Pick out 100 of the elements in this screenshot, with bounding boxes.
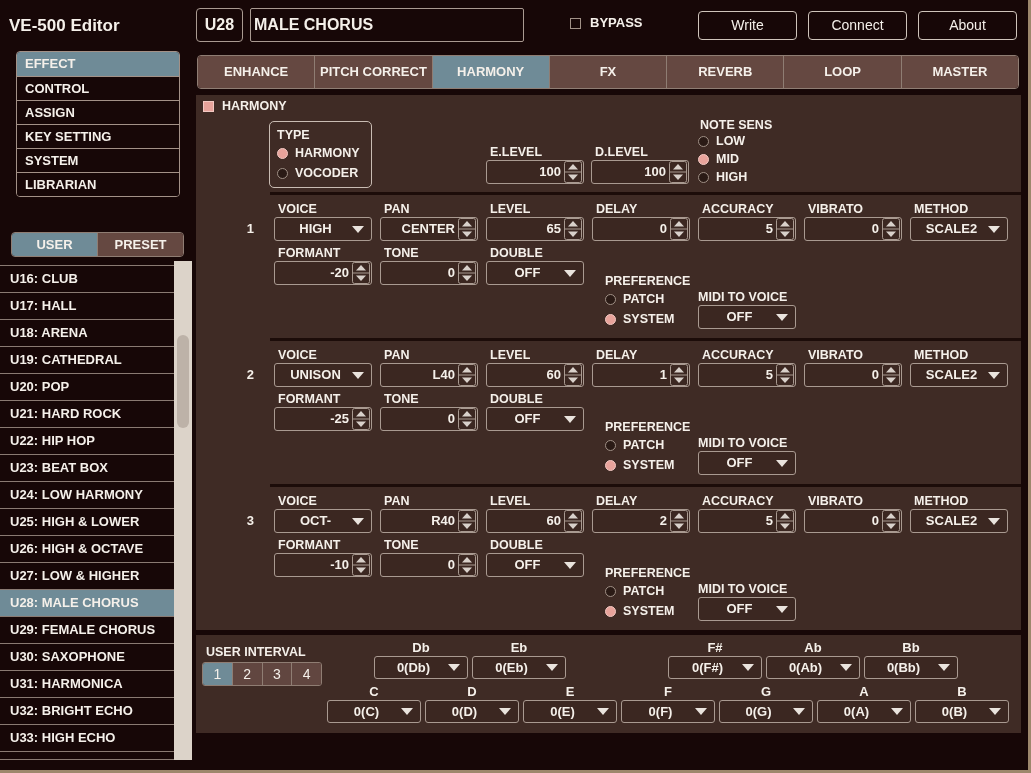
dropdown[interactable]: 0(F#): [668, 656, 762, 679]
number-field[interactable]: CENTER: [380, 217, 478, 241]
up-down-arrows-icon[interactable]: [776, 510, 794, 532]
radio-option[interactable]: PATCH: [605, 435, 665, 455]
action-button[interactable]: Connect: [808, 10, 907, 40]
radio-option[interactable]: PATCH: [605, 581, 665, 601]
radio-option[interactable]: LOW: [698, 132, 746, 150]
up-down-arrows-icon[interactable]: [670, 364, 688, 386]
tab[interactable]: ENHANCE: [198, 56, 315, 88]
up-down-arrows-icon[interactable]: [458, 554, 476, 576]
action-button[interactable]: About: [918, 10, 1017, 40]
dropdown[interactable]: OFF: [486, 261, 584, 285]
up-down-arrows-icon[interactable]: [564, 161, 582, 183]
dropdown[interactable]: 0(B): [915, 700, 1009, 723]
number-field[interactable]: L40: [380, 363, 478, 387]
radio-option[interactable]: PATCH: [605, 289, 665, 309]
number-field[interactable]: 100: [486, 160, 584, 184]
up-down-arrows-icon[interactable]: [776, 218, 794, 240]
interval-tab[interactable]: 4: [291, 663, 321, 685]
dropdown[interactable]: OFF: [698, 451, 796, 475]
number-field[interactable]: -20: [274, 261, 372, 285]
dropdown[interactable]: SCALE2: [910, 363, 1008, 387]
dropdown[interactable]: OCT-: [274, 509, 372, 533]
up-down-arrows-icon[interactable]: [669, 161, 687, 183]
number-field[interactable]: 0: [804, 363, 902, 387]
up-down-arrows-icon[interactable]: [352, 554, 370, 576]
dropdown[interactable]: 0(Ab): [766, 656, 860, 679]
up-down-arrows-icon[interactable]: [352, 408, 370, 430]
number-field[interactable]: 0: [592, 217, 690, 241]
tab[interactable]: LOOP: [783, 56, 901, 88]
number-field[interactable]: 1: [592, 363, 690, 387]
up-down-arrows-icon[interactable]: [882, 364, 900, 386]
up-down-arrows-icon[interactable]: [670, 510, 688, 532]
dropdown[interactable]: 0(C): [327, 700, 421, 723]
dropdown[interactable]: OFF: [698, 597, 796, 621]
radio-option[interactable]: HARMONY: [277, 143, 360, 163]
action-button[interactable]: Write: [698, 10, 797, 40]
number-field[interactable]: 5: [698, 509, 796, 533]
number-field[interactable]: 65: [486, 217, 584, 241]
up-down-arrows-icon[interactable]: [564, 364, 582, 386]
dropdown[interactable]: 0(Eb): [472, 656, 566, 679]
dropdown[interactable]: UNISON: [274, 363, 372, 387]
up-down-arrows-icon[interactable]: [564, 510, 582, 532]
dropdown[interactable]: 0(D): [425, 700, 519, 723]
number-field[interactable]: 60: [486, 509, 584, 533]
radio-option[interactable]: SYSTEM: [605, 309, 675, 329]
dropdown[interactable]: 0(F): [621, 700, 715, 723]
up-down-arrows-icon[interactable]: [458, 510, 476, 532]
tab[interactable]: PITCH CORRECT: [314, 56, 432, 88]
radio-option[interactable]: SYSTEM: [605, 455, 675, 475]
dropdown[interactable]: 0(E): [523, 700, 617, 723]
menu-item[interactable]: LIBRARIAN: [17, 172, 179, 196]
tab[interactable]: MASTER: [900, 56, 1018, 88]
radio-option[interactable]: SYSTEM: [605, 601, 675, 621]
radio-option[interactable]: HIGH: [698, 168, 748, 186]
number-field[interactable]: R40: [380, 509, 478, 533]
interval-tab[interactable]: 2: [231, 663, 262, 685]
patch-name-field[interactable]: MALE CHORUS: [250, 8, 524, 42]
number-field[interactable]: 100: [591, 160, 689, 184]
dropdown[interactable]: 0(Db): [374, 656, 468, 679]
dropdown[interactable]: 0(G): [719, 700, 813, 723]
number-field[interactable]: -10: [274, 553, 372, 577]
up-down-arrows-icon[interactable]: [458, 408, 476, 430]
scrollbar-thumb[interactable]: [177, 335, 189, 428]
dropdown[interactable]: OFF: [486, 553, 584, 577]
tab[interactable]: FX: [548, 56, 667, 88]
dropdown[interactable]: SCALE2: [910, 217, 1008, 241]
up-down-arrows-icon[interactable]: [882, 218, 900, 240]
interval-tab[interactable]: 3: [261, 663, 292, 685]
number-field[interactable]: 0: [804, 217, 902, 241]
number-field[interactable]: 0: [380, 407, 478, 431]
bank-tab[interactable]: PRESET: [97, 233, 183, 256]
dropdown[interactable]: OFF: [486, 407, 584, 431]
dropdown[interactable]: OFF: [698, 305, 796, 329]
number-field[interactable]: 0: [380, 261, 478, 285]
number-field[interactable]: 0: [380, 553, 478, 577]
number-field[interactable]: 0: [804, 509, 902, 533]
bypass-checkbox[interactable]: BYPASS: [570, 13, 643, 33]
radio-option[interactable]: VOCODER: [277, 163, 359, 183]
scrollbar-track[interactable]: [174, 261, 192, 760]
up-down-arrows-icon[interactable]: [670, 218, 688, 240]
dropdown[interactable]: 0(Bb): [864, 656, 958, 679]
up-down-arrows-icon[interactable]: [776, 364, 794, 386]
number-field[interactable]: -25: [274, 407, 372, 431]
number-field[interactable]: 60: [486, 363, 584, 387]
up-down-arrows-icon[interactable]: [882, 510, 900, 532]
radio-option[interactable]: MID: [698, 150, 739, 168]
tab[interactable]: REVERB: [666, 56, 784, 88]
number-field[interactable]: 5: [698, 217, 796, 241]
up-down-arrows-icon[interactable]: [564, 218, 582, 240]
dropdown[interactable]: SCALE2: [910, 509, 1008, 533]
harmony-checkbox[interactable]: HARMONY: [203, 96, 287, 116]
number-field[interactable]: 5: [698, 363, 796, 387]
dropdown[interactable]: HIGH: [274, 217, 372, 241]
number-field[interactable]: 2: [592, 509, 690, 533]
up-down-arrows-icon[interactable]: [458, 262, 476, 284]
up-down-arrows-icon[interactable]: [458, 364, 476, 386]
up-down-arrows-icon[interactable]: [352, 262, 370, 284]
dropdown[interactable]: 0(A): [817, 700, 911, 723]
up-down-arrows-icon[interactable]: [458, 218, 476, 240]
